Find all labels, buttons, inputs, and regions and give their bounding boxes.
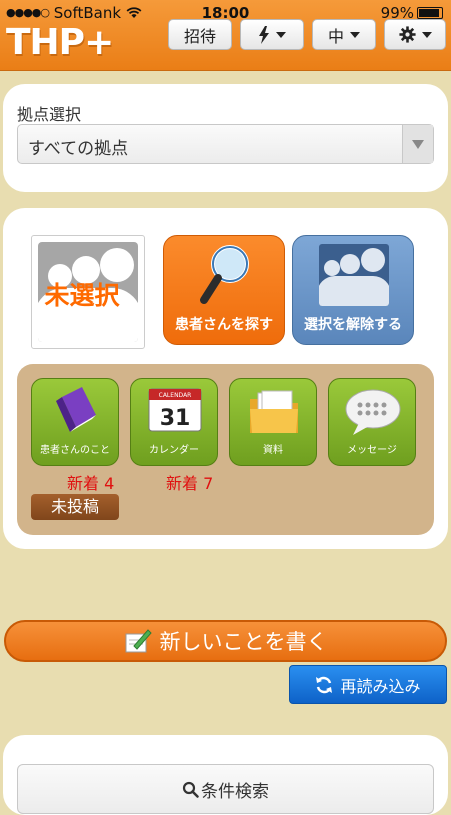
magnifier-icon <box>200 245 249 304</box>
messages-button[interactable]: メッセージ <box>328 378 416 466</box>
find-patient-button[interactable]: 患者さんを探す <box>163 235 285 345</box>
settings-button[interactable] <box>384 19 446 50</box>
location-selected-value: すべての拠点 <box>28 139 129 159</box>
battery-icon <box>417 7 443 19</box>
book-icon <box>56 387 96 432</box>
app-logo: THP+ <box>6 22 114 63</box>
unposted-button[interactable]: 未投稿 <box>31 494 119 520</box>
about-patient-button[interactable]: 患者さんのこと <box>31 378 119 466</box>
people-icon <box>319 244 389 306</box>
app-header: ●●●●○ SoftBank 18:00 99% THP+ 招待 中 <box>0 0 451 71</box>
calendar-button[interactable]: CALENDAR 31 カレンダー <box>130 378 218 466</box>
new-badge-calendar: 新着 7 <box>166 474 214 493</box>
font-size-button[interactable]: 中 <box>312 19 376 50</box>
selected-patient-placeholder: 未選択 <box>31 235 145 349</box>
new-badge-about-patient: 新着 4 <box>67 474 115 493</box>
gear-icon <box>398 26 416 43</box>
refresh-icon <box>316 676 333 693</box>
unselected-text: 未選択 <box>44 281 120 310</box>
location-select[interactable]: すべての拠点 <box>17 124 434 164</box>
chevron-down-icon <box>421 31 432 38</box>
clear-selection-button[interactable]: 選択を解除する <box>292 235 414 345</box>
chevron-down-icon <box>276 31 286 38</box>
lightning-icon <box>259 25 269 44</box>
quick-action-button[interactable] <box>240 19 304 50</box>
speech-bubble-icon <box>345 389 401 435</box>
location-label: 拠点選択 <box>17 105 82 124</box>
write-new-button[interactable]: 新しいことを書く <box>4 620 447 662</box>
invite-button[interactable]: 招待 <box>168 19 232 50</box>
calendar-icon: CALENDAR 31 <box>148 388 202 432</box>
select-arrow-icon <box>402 125 433 163</box>
condition-search-button[interactable]: 条件検索 <box>17 764 434 814</box>
search-icon <box>182 781 199 798</box>
folder-icon <box>250 390 298 433</box>
reload-button[interactable]: 再読み込み <box>289 665 447 704</box>
calendar-header: CALENDAR <box>159 392 192 399</box>
pencil-note-icon <box>125 629 152 653</box>
chevron-down-icon <box>350 31 360 38</box>
documents-button[interactable]: 資料 <box>229 378 317 466</box>
calendar-day: 31 <box>160 406 191 431</box>
